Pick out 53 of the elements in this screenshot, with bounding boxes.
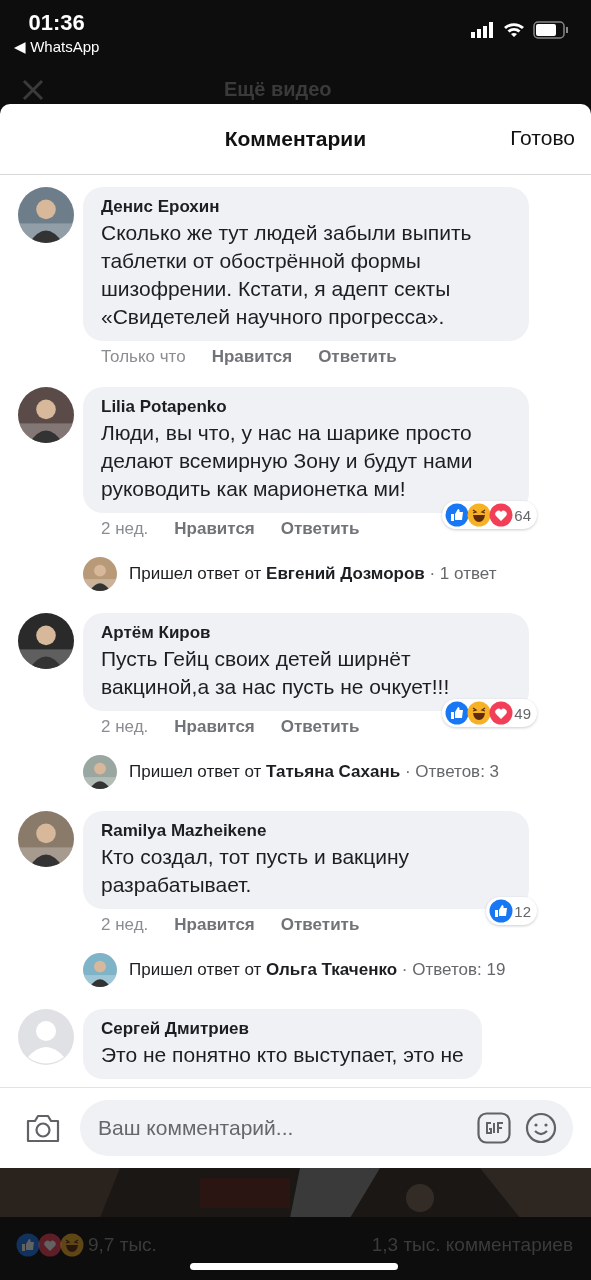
laughing-face-icon [467,503,492,528]
comment-time: Только что [101,347,186,368]
comment-time: 2 нед. [101,519,149,540]
comment-author[interactable]: Ramilya Mazheikene [101,821,511,842]
like-link[interactable]: Нравится [174,519,255,540]
replies-summary: Пришел ответ от Ольга Ткаченко · Ответов: 19 [129,960,506,981]
reactions-badge[interactable]: 64 [442,501,537,530]
comment-text: Сколько же тут людей забыли выпить таблетки от обострённой формы шизофрении. Кстати, я адепт секты «Свидетелей научного прогресса». [101,220,473,331]
laughing-face-icon [467,701,492,726]
comment-text: Люди, вы что, у нас на шарике просто делают всемирную Зону и будут нами руководить как марионетка ми! [101,420,474,503]
reactions-badge[interactable]: 49 [442,699,537,728]
back-to-app-link[interactable]: ◀ WhatsApp [14,38,100,56]
battery-icon [533,21,569,39]
comment-author[interactable]: Артём Киров [101,623,511,644]
sheet-title: Комментарии [224,127,367,152]
reactions-badge[interactable]: 12 [486,897,537,926]
laughing-face-icon [60,1232,84,1257]
replies-link[interactable]: Пришел ответ от Татьяна Сахань · Ответов: 3 [83,755,591,790]
replies-link[interactable]: Пришел ответ от Ольга Ткаченко · Ответов: 19 [83,953,591,988]
like-link[interactable]: Нравится [174,717,255,738]
replies-summary: Пришел ответ от Татьяна Сахань · Ответов: 3 [129,762,500,783]
thumbs-up-icon [16,1232,40,1257]
reaction-count: 12 [514,902,531,920]
camera-icon[interactable] [26,1112,60,1143]
thumbs-up-icon [445,503,470,528]
gif-icon[interactable] [477,1111,511,1144]
reaction-count: 49 [514,704,531,722]
like-link[interactable]: Нравится [211,347,293,368]
comment-author[interactable]: Денис Ерохин [101,197,511,218]
replies-link[interactable]: Пришел ответ от Евгений Дозморов · 1 ответ [83,557,591,592]
comment-text: Кто создал, тот пусть и вакцину разрабатывает. [101,844,411,899]
signal-icon [471,22,495,38]
smiley-icon[interactable] [525,1111,557,1144]
comment-field[interactable]: Ваш комментарий... [80,1099,573,1156]
thumbs-up-icon [445,701,470,726]
comment-text: Пусть Гейц своих детей ширнёт вакциной,а за нас пусть не очкует!!! [101,646,451,701]
reply-link[interactable]: Ответить [280,717,360,738]
comment-time: 2 нед. [101,717,149,738]
avatar-icon [18,1009,74,1066]
wifi-icon [503,22,525,38]
reply-link[interactable]: Ответить [280,519,360,540]
reaction-count: 64 [514,506,531,524]
replies-summary: Пришел ответ от Евгений Дозморов · 1 ответ [129,564,497,585]
comment-author[interactable]: Сергей Дмитриев [101,1019,464,1040]
comment-author[interactable]: Lilia Potapenko [101,397,511,418]
reply-link[interactable]: Ответить [280,915,360,936]
status-time: 01:36 [28,10,85,36]
reply-link[interactable]: Ответить [318,347,397,368]
comment-time: 2 нед. [101,915,149,936]
comment-text: Это не понятно кто выступает, это не [101,1042,464,1069]
like-link[interactable]: Нравится [174,915,255,936]
done-button[interactable]: Готово [510,126,575,151]
thumbs-up-icon [489,899,514,924]
